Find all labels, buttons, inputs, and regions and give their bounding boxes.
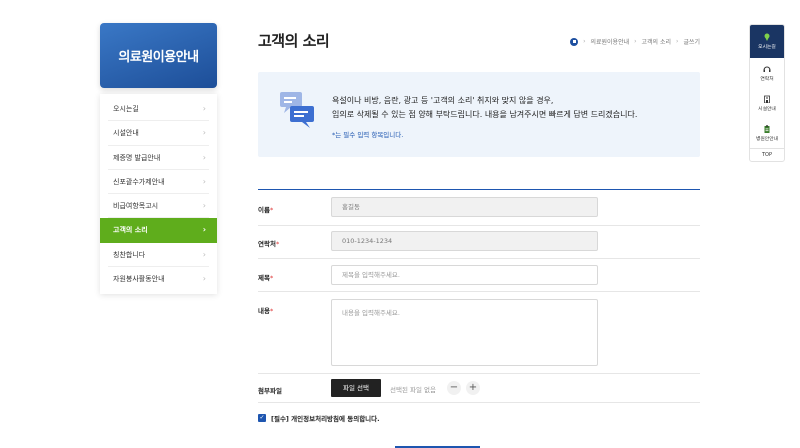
name-field[interactable]: 홍길동	[331, 197, 598, 217]
quick-menu: 오시는길 연락처 시설안내 병원안안내 TOP	[749, 24, 785, 162]
breadcrumb-item[interactable]: 의료원이용안내	[590, 37, 629, 46]
sidebar-item-label: 고객의 소리	[113, 226, 148, 235]
breadcrumb-item[interactable]: 고객의 소리	[642, 37, 672, 46]
remove-file-button[interactable]: −	[447, 381, 461, 395]
sidebar-item-facilities[interactable]: 시설안내 ›	[108, 121, 209, 146]
headset-icon	[763, 66, 771, 72]
chevron-right-icon: ›	[583, 38, 586, 45]
chevron-right-icon: ›	[202, 128, 206, 138]
sidebar-title: 의료원이용안내	[100, 23, 217, 88]
sidebar-item-label: 비급여항목고시	[113, 202, 159, 211]
file-row: 첨부파일 파일 선택 선택된 파일 없음 − +	[258, 374, 700, 403]
subject-row: 제목* 제목을 입력해주세요.	[258, 259, 700, 292]
chevron-right-icon: ›	[202, 274, 206, 284]
chevron-right-icon: ›	[202, 201, 206, 211]
notice-line: 욕설이나 비방, 음란, 광고 등 '고객의 소리' 취지와 맞지 않을 경우,	[332, 96, 554, 105]
phone-field[interactable]: 010-1234-1234	[331, 231, 598, 251]
quick-hospital-guide[interactable]: 병원안안내	[750, 118, 784, 148]
sidebar-item-certificates[interactable]: 제증명 발급안내 ›	[108, 146, 209, 170]
sidebar: 의료원이용안내 오시는길 › 시설안내 › 제증명 발급안내 › 신포괄수가제안내 › …	[100, 23, 217, 295]
content-textarea[interactable]: 내용을 입력해주세요.	[331, 299, 598, 366]
sidebar-menu: 오시는길 › 시설안내 › 제증명 발급안내 › 신포괄수가제안내 › 비급여항목고시 ›…	[100, 94, 217, 295]
name-row: 이름* 홍길동	[258, 190, 700, 226]
breadcrumb: › 의료원이용안내 › 고객의 소리 › 글쓰기	[570, 37, 700, 46]
notice-line: 임의로 삭제될 수 있는 점 양해 부탁드립니다. 내용을 남겨주시면 빠르게 …	[332, 110, 638, 119]
quick-label: 오시는길	[758, 45, 776, 50]
breadcrumb-item: 글쓰기	[683, 39, 700, 46]
quick-label: 시설안내	[758, 106, 776, 112]
sidebar-item-directions[interactable]: 오시는길 ›	[108, 97, 209, 122]
notice-box: 욕설이나 비방, 음란, 광고 등 '고객의 소리' 취지와 맞지 않을 경우,…	[258, 72, 700, 157]
sidebar-item-label: 신포괄수가제안내	[113, 177, 165, 186]
quick-facilities[interactable]: 시설안내	[750, 88, 784, 118]
subject-input[interactable]: 제목을 입력해주세요.	[331, 265, 598, 285]
chevron-right-icon: ›	[202, 225, 206, 235]
page-title: 고객의 소리	[258, 32, 330, 50]
sidebar-item-label: 자원봉사활동안내	[113, 275, 165, 284]
file-label: 첨부파일	[258, 387, 282, 395]
phone-label: 연락처*	[258, 240, 280, 248]
chevron-right-icon: ›	[202, 152, 206, 162]
speech-bubbles-icon	[280, 92, 314, 128]
required-note: *는 필수 입력 항목입니다.	[332, 131, 404, 139]
notice-text: 욕설이나 비방, 음란, 광고 등 '고객의 소리' 취지와 맞지 않을 경우,…	[332, 94, 637, 122]
privacy-agree[interactable]: ✓ [필수] 개인정보처리방침에 동의합니다.	[258, 413, 380, 423]
building-icon	[764, 95, 770, 103]
sidebar-item-label: 오시는길	[113, 105, 139, 113]
sidebar-item-voice[interactable]: 고객의 소리 ›	[100, 218, 217, 243]
sidebar-item-noncovered[interactable]: 비급여항목고시 ›	[108, 194, 209, 219]
privacy-agree-label: [필수] 개인정보처리방침에 동의합니다.	[271, 415, 380, 423]
chevron-right-icon: ›	[202, 104, 206, 113]
chevron-right-icon: ›	[676, 38, 679, 45]
top-button[interactable]: TOP	[750, 148, 784, 161]
sidebar-item-label: 제증명 발급안내	[113, 153, 161, 162]
sidebar-item-volunteer[interactable]: 자원봉사활동안내 ›	[108, 267, 209, 291]
sidebar-item-drg[interactable]: 신포괄수가제안내 ›	[108, 170, 209, 195]
chevron-right-icon: ›	[202, 176, 206, 186]
content-row: 내용* 내용을 입력해주세요.	[258, 292, 700, 374]
chevron-right-icon: ›	[634, 38, 637, 45]
checkbox-checked-icon[interactable]: ✓	[258, 414, 266, 422]
quick-directions[interactable]: 오시는길	[750, 25, 784, 58]
sidebar-item-label: 시설안내	[113, 129, 139, 138]
phone-row: 연락처* 010-1234-1234	[258, 226, 700, 259]
file-select-button[interactable]: 파일 선택	[331, 379, 381, 397]
sidebar-item-label: 칭찬합니다	[113, 250, 146, 259]
sidebar-item-praise[interactable]: 칭찬합니다 ›	[108, 243, 209, 268]
name-label: 이름*	[258, 206, 274, 214]
add-file-button[interactable]: +	[466, 381, 480, 395]
pin-icon	[764, 33, 770, 41]
chevron-right-icon: ›	[202, 249, 206, 259]
home-icon[interactable]	[570, 37, 579, 46]
quick-contact[interactable]: 연락처	[750, 58, 784, 88]
clipboard-icon	[764, 124, 770, 133]
subject-label: 제목*	[258, 274, 274, 282]
quick-label: 병원안안내	[755, 136, 779, 142]
content-label: 내용*	[258, 307, 274, 315]
file-status: 선택된 파일 없음	[390, 386, 436, 394]
quick-label: 연락처	[760, 76, 774, 82]
